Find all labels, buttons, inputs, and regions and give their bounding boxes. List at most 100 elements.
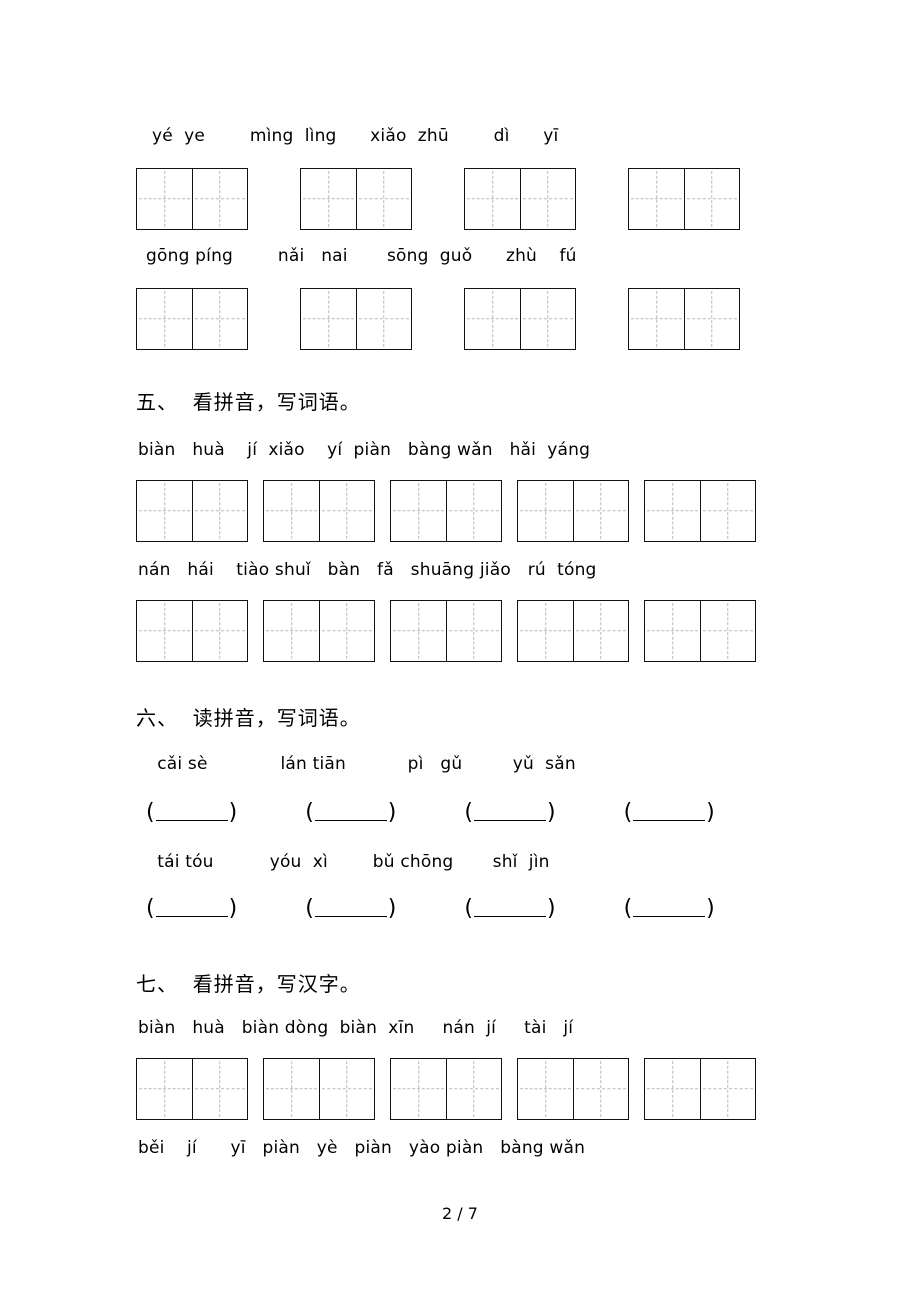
tianzige-cell[interactable]	[446, 481, 501, 541]
tianzige-box[interactable]	[464, 288, 576, 350]
tianzige-cell[interactable]	[391, 481, 446, 541]
tianzige-box[interactable]	[464, 168, 576, 230]
tianzige-cell[interactable]	[319, 481, 374, 541]
write-line[interactable]	[155, 902, 228, 917]
tianzige-cell[interactable]	[518, 481, 573, 541]
tianzige-cell[interactable]	[319, 601, 374, 661]
tianzige-box[interactable]	[390, 480, 502, 542]
tianzige-box[interactable]	[136, 600, 248, 662]
tianzige-cell[interactable]	[645, 481, 700, 541]
answer-box-row-1	[136, 168, 740, 230]
tianzige-cell[interactable]	[573, 481, 628, 541]
tianzige-box[interactable]	[263, 480, 375, 542]
write-line[interactable]	[314, 902, 387, 917]
write-line[interactable]	[314, 806, 387, 821]
tianzige-cell[interactable]	[301, 169, 356, 229]
tianzige-box[interactable]	[263, 600, 375, 662]
paren-close: )	[706, 896, 715, 921]
tianzige-box[interactable]	[628, 168, 740, 230]
tianzige-cell[interactable]	[264, 601, 319, 661]
tianzige-box[interactable]	[300, 288, 412, 350]
tianzige-cell[interactable]	[137, 481, 192, 541]
tianzige-cell[interactable]	[137, 601, 192, 661]
tianzige-cell[interactable]	[356, 169, 411, 229]
pinyin-row-7: biàn huà biàn dòng biàn xīn nán jí tài j…	[138, 1018, 574, 1038]
tianzige-cell[interactable]	[446, 601, 501, 661]
pinyin-row-4: nán hái tiào shuǐ bàn fǎ shuāng jiǎo rú …	[138, 560, 597, 580]
tianzige-cell[interactable]	[645, 1059, 700, 1119]
tianzige-box[interactable]	[517, 480, 629, 542]
tianzige-box[interactable]	[390, 1058, 502, 1120]
tianzige-cell[interactable]	[192, 601, 247, 661]
tianzige-box[interactable]	[517, 1058, 629, 1120]
page-number-footer: 2 / 7	[442, 1204, 478, 1223]
write-line[interactable]	[155, 806, 228, 821]
tianzige-cell[interactable]	[137, 289, 192, 349]
tianzige-box[interactable]	[136, 168, 248, 230]
tianzige-box[interactable]	[628, 288, 740, 350]
write-line[interactable]	[473, 902, 546, 917]
tianzige-cell[interactable]	[192, 481, 247, 541]
paren-blank[interactable]: ()	[146, 802, 237, 824]
tianzige-cell[interactable]	[700, 601, 755, 661]
tianzige-cell[interactable]	[629, 169, 684, 229]
tianzige-cell[interactable]	[319, 1059, 374, 1119]
tianzige-cell[interactable]	[264, 1059, 319, 1119]
tianzige-box[interactable]	[390, 600, 502, 662]
tianzige-cell[interactable]	[465, 169, 520, 229]
tianzige-cell[interactable]	[356, 289, 411, 349]
tianzige-cell[interactable]	[700, 1059, 755, 1119]
tianzige-cell[interactable]	[629, 289, 684, 349]
tianzige-cell[interactable]	[192, 289, 247, 349]
tianzige-box[interactable]	[644, 1058, 756, 1120]
tianzige-cell[interactable]	[684, 289, 739, 349]
tianzige-cell[interactable]	[700, 481, 755, 541]
pinyin-row-5: cǎi sè lán tiān pì gǔ yǔ sǎn	[146, 754, 576, 774]
tianzige-cell[interactable]	[137, 169, 192, 229]
paren-blank[interactable]: ()	[624, 898, 715, 920]
tianzige-cell[interactable]	[520, 289, 575, 349]
tianzige-cell[interactable]	[137, 1059, 192, 1119]
tianzige-box[interactable]	[136, 288, 248, 350]
tianzige-cell[interactable]	[520, 169, 575, 229]
tianzige-cell[interactable]	[264, 481, 319, 541]
tianzige-cell[interactable]	[518, 1059, 573, 1119]
paren-open: (	[464, 800, 473, 825]
tianzige-box[interactable]	[644, 600, 756, 662]
tianzige-cell[interactable]	[573, 601, 628, 661]
tianzige-box[interactable]	[136, 480, 248, 542]
tianzige-cell[interactable]	[573, 1059, 628, 1119]
tianzige-cell[interactable]	[684, 169, 739, 229]
paren-blank[interactable]: ()	[464, 802, 555, 824]
tianzige-box[interactable]	[263, 1058, 375, 1120]
answer-box-row-2	[136, 288, 740, 350]
tianzige-cell[interactable]	[518, 601, 573, 661]
tianzige-box[interactable]	[300, 168, 412, 230]
tianzige-cell[interactable]	[301, 289, 356, 349]
tianzige-cell[interactable]	[391, 601, 446, 661]
pinyin-row-8: běi jí yī piàn yè piàn yào piàn bàng wǎn	[138, 1138, 586, 1158]
write-line[interactable]	[633, 902, 706, 917]
tianzige-box[interactable]	[644, 480, 756, 542]
paren-blank[interactable]: ()	[305, 898, 396, 920]
tianzige-box[interactable]	[517, 600, 629, 662]
tianzige-cell[interactable]	[465, 289, 520, 349]
tianzige-cell[interactable]	[192, 169, 247, 229]
paren-blank[interactable]: ()	[146, 898, 237, 920]
paren-close: )	[228, 896, 238, 921]
tianzige-cell[interactable]	[192, 1059, 247, 1119]
paren-close: )	[546, 800, 556, 825]
write-line[interactable]	[473, 806, 546, 821]
tianzige-cell[interactable]	[446, 1059, 501, 1119]
tianzige-cell[interactable]	[645, 601, 700, 661]
pinyin-row-3: biàn huà jí xiǎo yí piàn bàng wǎn hǎi yá…	[138, 440, 591, 460]
paren-blank[interactable]: ()	[624, 802, 715, 824]
paren-blank[interactable]: ()	[464, 898, 555, 920]
tianzige-cell[interactable]	[391, 1059, 446, 1119]
write-line[interactable]	[633, 806, 706, 821]
paren-close: )	[387, 800, 397, 825]
paren-close: )	[228, 800, 238, 825]
paren-open: (	[623, 800, 633, 825]
tianzige-box[interactable]	[136, 1058, 248, 1120]
paren-blank[interactable]: ()	[305, 802, 396, 824]
